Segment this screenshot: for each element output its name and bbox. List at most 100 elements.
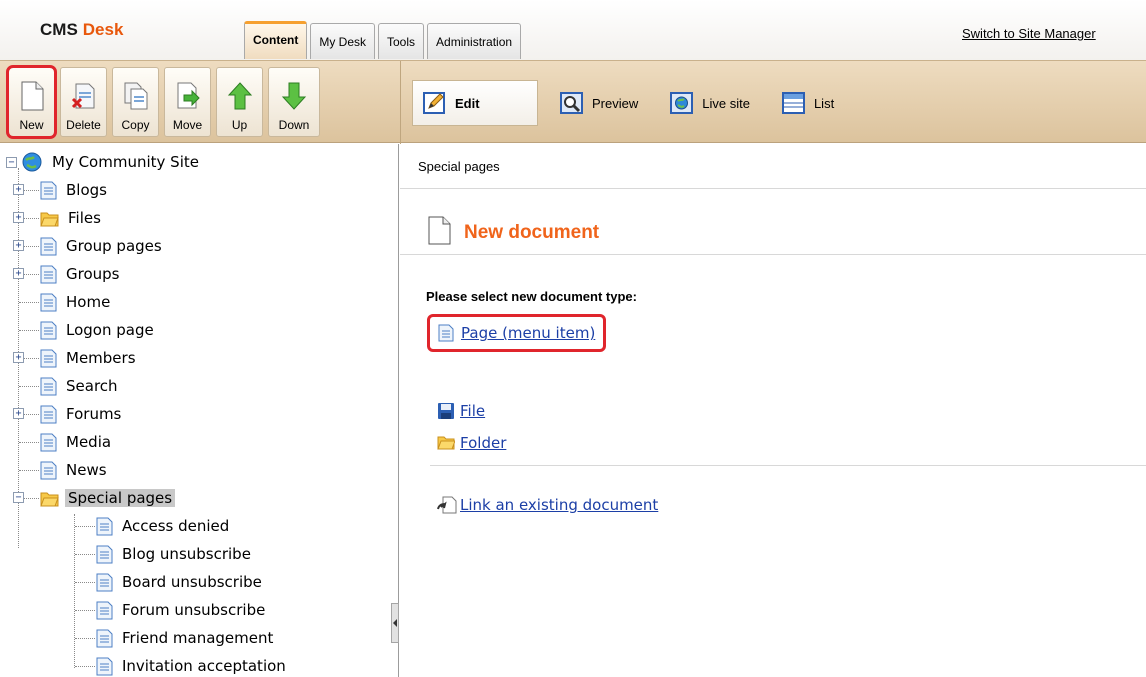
tree-item-media[interactable]: Media <box>40 430 114 454</box>
tree-item-label: News <box>66 461 107 479</box>
document-actions: New Delete Copy Move Up Down <box>6 65 320 139</box>
page-icon <box>96 573 113 592</box>
tree-item-label: Forum unsubscribe <box>122 601 266 619</box>
delete-button[interactable]: Delete <box>60 67 107 137</box>
expand-icon[interactable]: + <box>13 268 24 279</box>
expand-icon[interactable]: + <box>13 212 24 223</box>
tree-item-groups[interactable]: + Groups <box>13 262 122 286</box>
list-mode-button[interactable]: List <box>772 80 844 126</box>
app-logo: CMS Desk <box>40 20 123 40</box>
page-icon <box>40 265 57 284</box>
tree-item-access-denied[interactable]: Access denied <box>96 514 232 538</box>
copy-document-icon <box>123 81 149 111</box>
tree-item-group-pages[interactable]: + Group pages <box>13 234 165 258</box>
tree-item-label: Members <box>66 349 136 367</box>
edit-mode-button[interactable]: Edit <box>412 80 538 126</box>
tree-guide <box>75 638 95 639</box>
tree-item-label: Board unsubscribe <box>122 573 262 591</box>
folder-icon <box>40 210 59 227</box>
page-icon <box>438 324 456 342</box>
content-pane: Special pages New document Please select… <box>400 144 1146 677</box>
page-menu-item-label: Page (menu item) <box>461 324 596 342</box>
expand-icon[interactable]: + <box>13 408 24 419</box>
tree-item-invitation-acceptation[interactable]: Invitation acceptation <box>96 654 289 677</box>
tree-item-blogs[interactable]: + Blogs <box>13 178 110 202</box>
copy-label: Copy <box>121 118 150 132</box>
tree-item-files[interactable]: + Files <box>13 206 104 230</box>
arrow-down-icon <box>281 81 307 111</box>
collapse-icon[interactable]: − <box>13 492 24 503</box>
up-label: Up <box>231 118 248 132</box>
tree-root[interactable]: − My Community Site <box>6 150 202 174</box>
page-icon <box>40 461 57 480</box>
move-button[interactable]: Move <box>164 67 211 137</box>
tree-item-label: Home <box>66 293 111 311</box>
tree-item-label: Blogs <box>66 181 107 199</box>
page-icon <box>96 629 113 648</box>
toolbar-divider <box>400 61 401 144</box>
tab-content[interactable]: Content <box>244 21 308 59</box>
toolbar: New Delete Copy Move Up Down Edit Previe… <box>0 60 1146 144</box>
switch-to-site-manager-link[interactable]: Switch to Site Manager <box>962 26 1096 41</box>
tree-item-forums[interactable]: + Forums <box>13 402 124 426</box>
page-icon <box>40 405 57 424</box>
divider <box>430 465 1146 466</box>
tree-guide <box>19 442 39 443</box>
tree-guide <box>75 610 95 611</box>
view-modes: Edit Preview Live site List <box>412 80 856 126</box>
live-site-label: Live site <box>702 95 750 111</box>
new-button[interactable]: New <box>6 65 57 139</box>
move-label: Move <box>172 118 203 132</box>
expand-icon[interactable]: + <box>13 184 24 195</box>
tree-guide <box>75 526 95 527</box>
tree-item-search[interactable]: Search <box>40 374 121 398</box>
collapse-icon[interactable]: − <box>6 156 17 168</box>
file-link[interactable]: File <box>437 402 485 420</box>
tree-item-friend-management[interactable]: Friend management <box>96 626 276 650</box>
tree-item-members[interactable]: + Members <box>13 346 139 370</box>
tree-item-logon-page[interactable]: Logon page <box>40 318 157 342</box>
main-tabs: Content My Desk Tools Administration <box>244 21 522 59</box>
tree-item-forum-unsubscribe[interactable]: Forum unsubscribe <box>96 598 268 622</box>
tree-item-label: Blog unsubscribe <box>122 545 251 563</box>
page-menu-item-link[interactable]: Page (menu item) <box>427 314 607 352</box>
tree-item-label: Search <box>66 377 118 395</box>
tree-item-label: Media <box>66 433 112 451</box>
content-tree: − My Community Site + Blogs + Files + Group p… <box>0 144 399 677</box>
tree-item-label: Invitation acceptation <box>122 657 286 675</box>
tree-item-board-unsubscribe[interactable]: Board unsubscribe <box>96 570 265 594</box>
tree-guide <box>75 582 95 583</box>
link-document-icon <box>437 496 457 514</box>
tree-item-label: Logon page <box>66 321 154 339</box>
link-existing-document-link[interactable]: Link an existing document <box>437 496 658 514</box>
tree-item-special-pages[interactable]: − Special pages <box>13 486 176 510</box>
tab-administration[interactable]: Administration <box>427 23 522 59</box>
tab-my-desk[interactable]: My Desk <box>310 23 375 59</box>
tree-item-blog-unsubscribe[interactable]: Blog unsubscribe <box>96 542 254 566</box>
page-icon <box>40 293 57 312</box>
tree-item-label: Forums <box>66 405 122 423</box>
header: CMS Desk Content My Desk Tools Administra… <box>0 0 1146 60</box>
tab-tools[interactable]: Tools <box>378 23 425 59</box>
tree-guide <box>19 386 39 387</box>
page-icon <box>40 181 57 200</box>
live-site-mode-button[interactable]: Live site <box>660 80 760 126</box>
collapse-panel-handle[interactable] <box>391 603 399 643</box>
preview-magnifier-icon <box>560 91 584 115</box>
page-icon <box>40 237 57 256</box>
delete-label: Delete <box>66 118 101 132</box>
up-button[interactable]: Up <box>216 67 263 137</box>
copy-button[interactable]: Copy <box>112 67 159 137</box>
edit-pencil-icon <box>423 91 447 115</box>
expand-icon[interactable]: + <box>13 352 24 363</box>
tree-guide <box>19 330 39 331</box>
folder-link[interactable]: Folder <box>437 434 506 452</box>
tree-item-news[interactable]: News <box>40 458 110 482</box>
down-button[interactable]: Down <box>268 67 320 137</box>
expand-icon[interactable]: + <box>13 240 24 251</box>
tree-item-home[interactable]: Home <box>40 290 113 314</box>
edit-label: Edit <box>455 95 480 111</box>
preview-mode-button[interactable]: Preview <box>550 80 648 126</box>
page-icon <box>40 321 57 340</box>
preview-label: Preview <box>592 95 639 111</box>
